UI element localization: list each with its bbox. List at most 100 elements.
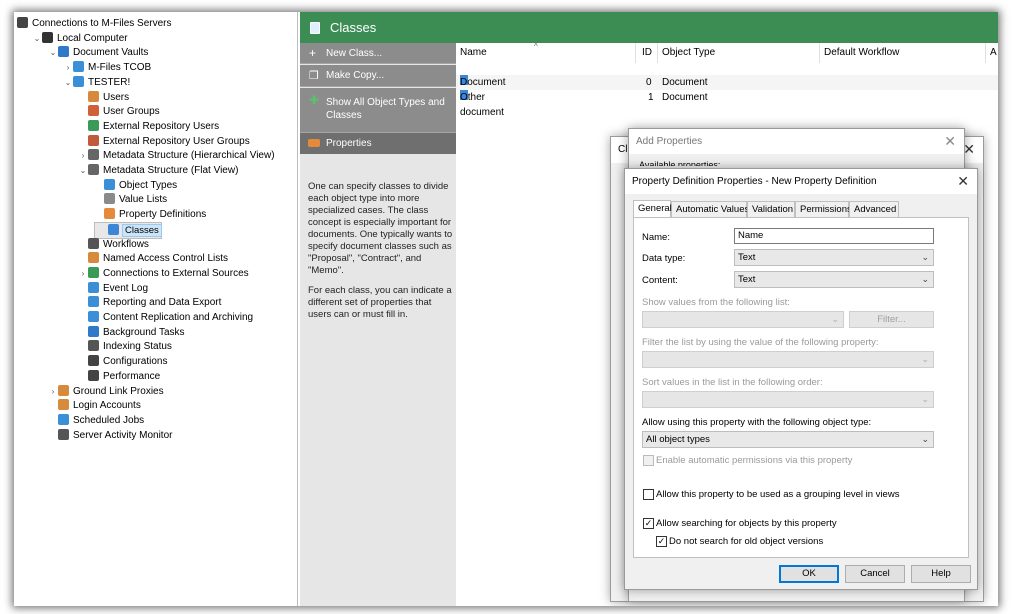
data-type-label: Data type: xyxy=(642,253,686,264)
tree-item[interactable]: External Repository Users xyxy=(78,119,219,134)
tree-item[interactable]: ⌄ Metadata Structure (Flat View) xyxy=(78,163,238,178)
task-label: Show All Object Types and Classes xyxy=(326,97,445,121)
tree-item-label: Reporting and Data Export xyxy=(103,297,222,309)
data-type-select[interactable]: Text ⌄ xyxy=(734,249,934,266)
tree-item[interactable]: › Ground Link Proxies xyxy=(48,384,164,399)
chevron-right-icon[interactable]: › xyxy=(78,266,88,281)
chevron-down-icon[interactable]: ⌄ xyxy=(48,45,58,60)
column-header-id[interactable]: ID xyxy=(636,43,658,63)
dialog-title: Property Definition Properties - New Pro… xyxy=(632,176,877,187)
tree-item[interactable]: Users xyxy=(78,90,129,105)
dialog-title-bar: Property Definition Properties - New Pro… xyxy=(625,169,977,194)
tree-item[interactable]: Value Lists xyxy=(94,192,167,207)
sort-order-select[interactable]: ⌄ xyxy=(642,391,934,408)
tree-item[interactable]: External Repository User Groups xyxy=(78,134,250,149)
grouping-level-checkbox[interactable] xyxy=(643,489,654,500)
tab-validation[interactable]: Validation xyxy=(747,201,795,217)
tree-item[interactable]: › Connections to External Sources xyxy=(78,266,249,281)
select-value: Text xyxy=(738,274,756,285)
tree-item[interactable]: Configurations xyxy=(78,354,167,369)
allow-searching-checkbox[interactable]: ✓ xyxy=(643,518,654,529)
chevron-right-icon[interactable]: › xyxy=(63,60,73,75)
tree-item[interactable]: Content Replication and Archiving xyxy=(78,310,253,325)
new-class-button[interactable]: + New Class... xyxy=(300,43,456,64)
close-icon[interactable]: ✕ xyxy=(944,133,956,149)
replication-icon xyxy=(88,311,99,322)
value-list-select[interactable]: ⌄ xyxy=(642,311,844,328)
tree-item[interactable]: User Groups xyxy=(78,104,160,119)
tree-item[interactable]: Server Activity Monitor xyxy=(48,428,172,443)
close-icon[interactable]: ✕ xyxy=(963,141,975,157)
tree-item[interactable]: ⌄ Local Computer xyxy=(32,31,128,46)
tab-label: General xyxy=(638,203,672,214)
tab-advanced[interactable]: Advanced xyxy=(849,201,899,217)
available-properties-label: Available properties: xyxy=(639,160,721,166)
tree-item[interactable]: Scheduled Jobs xyxy=(48,413,144,428)
tree-item[interactable]: Performance xyxy=(78,369,160,384)
show-all-object-types-button[interactable]: ✚ Show All Object Types and Classes xyxy=(300,88,456,133)
chevron-right-icon[interactable]: › xyxy=(48,384,58,399)
description-paragraph: One can specify classes to divide each o… xyxy=(308,181,453,276)
tree-item-label: Document Vaults xyxy=(73,47,149,59)
tab-label: Advanced xyxy=(854,204,897,215)
chevron-down-icon[interactable]: ⌄ xyxy=(78,163,88,178)
tab-automatic-values[interactable]: Automatic Values xyxy=(671,201,749,217)
hierarchy-icon xyxy=(88,149,99,161)
filter-property-select[interactable]: ⌄ xyxy=(642,351,934,368)
description-paragraph: For each class, you can indicate a diffe… xyxy=(308,285,452,320)
table-row[interactable]: Document 0 Document xyxy=(456,75,998,90)
tree-item[interactable]: ⌄ TESTER! xyxy=(63,75,130,90)
chevron-down-icon[interactable]: ⌄ xyxy=(63,75,73,90)
make-copy-button[interactable]: ❐ Make Copy... xyxy=(300,65,456,87)
properties-label: Properties xyxy=(326,138,372,149)
column-label: Name xyxy=(460,47,487,58)
properties-header[interactable]: Properties xyxy=(300,133,456,154)
tree-item[interactable]: Event Log xyxy=(78,281,148,296)
column-header-default-workflow[interactable]: Default Workflow xyxy=(820,43,986,63)
acl-icon xyxy=(88,252,99,264)
tree-item[interactable]: › Metadata Structure (Hierarchical View) xyxy=(78,148,275,163)
close-icon[interactable]: ✕ xyxy=(957,173,969,189)
tree-item[interactable]: Property Definitions xyxy=(94,207,206,222)
tab-permissions[interactable]: Permissions xyxy=(795,201,852,217)
column-label: A xyxy=(990,47,997,58)
table-row[interactable]: Other document 1 Document xyxy=(456,90,998,118)
tree-item[interactable]: Indexing Status xyxy=(78,339,172,354)
description-text: One can specify classes to divide each o… xyxy=(308,181,454,329)
old-versions-checkbox[interactable]: ✓ xyxy=(656,536,667,547)
object-type-select[interactable]: All object types ⌄ xyxy=(642,431,934,448)
tree-item[interactable]: ⌄ Document Vaults xyxy=(48,45,148,60)
column-header-object-type[interactable]: Object Type xyxy=(658,43,820,63)
chevron-right-icon[interactable]: › xyxy=(78,148,88,163)
tree-item-label: Object Types xyxy=(119,179,178,191)
task-label: New Class... xyxy=(326,48,383,59)
cancel-button[interactable]: Cancel xyxy=(845,565,905,583)
tree-item[interactable]: Connections to M-Files Servers xyxy=(17,16,172,31)
tree-item[interactable]: › M-Files TCOB xyxy=(63,60,151,75)
event-log-icon xyxy=(88,281,99,293)
help-button[interactable]: Help xyxy=(911,565,971,583)
tree-item[interactable]: Reporting and Data Export xyxy=(78,295,221,310)
workflow-icon xyxy=(88,237,99,249)
external-user-icon xyxy=(88,119,99,131)
tree-item-label: Connections to M-Files Servers xyxy=(32,18,172,29)
chevron-down-icon[interactable]: ⌄ xyxy=(32,31,42,46)
ok-button[interactable]: OK xyxy=(779,565,839,583)
tree-item[interactable]: Background Tasks xyxy=(78,325,185,340)
allow-searching-label: Allow searching for objects by this prop… xyxy=(656,518,837,529)
tab-label: Permissions xyxy=(800,204,852,215)
tab-general[interactable]: General xyxy=(633,200,672,217)
tree-item[interactable]: Workflows xyxy=(78,237,149,252)
automatic-permissions-checkbox[interactable] xyxy=(643,455,654,466)
tree-item-label: Ground Link Proxies xyxy=(73,385,164,397)
filter-button[interactable]: Filter... xyxy=(849,311,934,328)
tree-item[interactable]: Object Types xyxy=(94,178,177,193)
column-header-a[interactable]: A xyxy=(986,43,998,63)
tree-item[interactable]: Named Access Control Lists xyxy=(78,251,228,266)
column-header-name[interactable]: Name ^ xyxy=(456,42,636,63)
content-select[interactable]: Text ⌄ xyxy=(734,271,934,288)
tree-item[interactable]: Login Accounts xyxy=(48,398,141,413)
name-input[interactable]: Name xyxy=(734,228,934,244)
user-icon xyxy=(88,90,99,102)
chevron-down-icon: ⌄ xyxy=(831,314,839,324)
